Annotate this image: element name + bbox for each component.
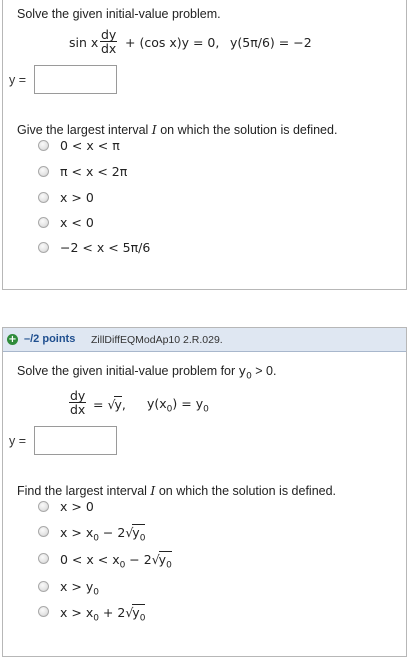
radio-button[interactable] bbox=[38, 606, 49, 617]
q2-opt5-sqrt: y0 bbox=[132, 604, 146, 624]
q2-cond-mid: ) = y bbox=[172, 396, 204, 411]
radio-button[interactable] bbox=[38, 501, 49, 512]
q2-eq-fraction: dy dx bbox=[69, 388, 87, 417]
q1-frac-den: dx bbox=[101, 41, 117, 56]
q1-eq-suffix: + (cos x)y = 0, bbox=[125, 35, 220, 50]
q2-opt2-sqrt: y0 bbox=[132, 524, 146, 544]
q2-opt2-sqrt-sub: 0 bbox=[139, 533, 146, 544]
q2-option-label: x > 0 bbox=[60, 499, 94, 514]
q2-interval-prompt-pre: Find the largest interval bbox=[17, 484, 151, 498]
q2-eq-sqrt-arg: y bbox=[114, 396, 122, 412]
radio-button[interactable] bbox=[38, 526, 49, 537]
q2-opt5-mid: + 2 bbox=[98, 605, 126, 620]
q2-option-label: x > y0 bbox=[60, 579, 99, 598]
q2-prompt: Solve the given initial-value problem fo… bbox=[17, 363, 276, 382]
points-bar: + –/2 points ZillDiffEQModAp10 2.R.029. bbox=[3, 328, 406, 352]
q2-eq-rhs: = √y, bbox=[93, 396, 126, 412]
q2-eq-condition: y(x0) = y0 bbox=[147, 396, 209, 415]
q2-opt2-sqrt-arg: y bbox=[132, 525, 140, 540]
question-code: ZillDiffEQModAp10 2.R.029. bbox=[91, 334, 223, 346]
expand-plus-icon[interactable]: + bbox=[7, 334, 18, 345]
radio-button[interactable] bbox=[38, 192, 49, 203]
q2-option-label: x > x0 − 2√y0 bbox=[60, 524, 146, 544]
points-label: –/2 points bbox=[24, 333, 76, 345]
radio-button[interactable] bbox=[38, 581, 49, 592]
q2-frac-num: dy bbox=[69, 388, 87, 403]
q1-option-label: x > 0 bbox=[60, 190, 94, 205]
question-1-card: Solve the given initial-value problem. s… bbox=[2, 0, 407, 290]
q2-prompt-post: > 0. bbox=[251, 364, 277, 378]
q2-eq-comma: , bbox=[121, 397, 126, 412]
q2-prompt-pre: Solve the given initial-value problem fo… bbox=[17, 364, 239, 378]
q2-opt3-pre: 0 < x < x bbox=[60, 552, 120, 567]
radio-button[interactable] bbox=[38, 217, 49, 228]
q2-option-label: x > x0 + 2√y0 bbox=[60, 604, 146, 624]
q1-option-label: π < x < 2π bbox=[60, 164, 128, 179]
question-2-card: + –/2 points ZillDiffEQModAp10 2.R.029. … bbox=[2, 327, 407, 657]
q2-opt2-mid: − 2 bbox=[98, 525, 126, 540]
q1-eq-condition: y(5π/6) = −2 bbox=[230, 35, 312, 50]
q2-cond-pre: y(x bbox=[147, 396, 167, 411]
q2-answer-input[interactable] bbox=[34, 426, 117, 455]
q2-opt5-sqrt-arg: y bbox=[132, 605, 140, 620]
q2-eq-equals: = bbox=[93, 397, 104, 412]
q2-opt5-sqrt-sub: 0 bbox=[139, 613, 146, 624]
q2-opt1-text: x > 0 bbox=[60, 499, 94, 514]
q2-option-label: 0 < x < x0 − 2√y0 bbox=[60, 551, 172, 571]
q2-opt2-pre: x > x bbox=[60, 525, 94, 540]
q2-frac-den: dx bbox=[70, 402, 86, 417]
q2-opt3-mid: − 2 bbox=[125, 552, 152, 567]
q2-opt4-pre: x > y bbox=[60, 579, 94, 594]
radio-button[interactable] bbox=[38, 553, 49, 564]
q2-interval-prompt-post: on which the solution is defined. bbox=[155, 484, 337, 498]
q2-opt5-pre: x > x bbox=[60, 605, 94, 620]
q2-prompt-var: y bbox=[238, 363, 247, 378]
q2-y-label: y = bbox=[9, 434, 27, 448]
radio-button[interactable] bbox=[38, 242, 49, 253]
q2-opt3-sqrt: y0 bbox=[158, 551, 172, 571]
q1-prompt: Solve the given initial-value problem. bbox=[17, 7, 221, 21]
q1-frac-num: dy bbox=[100, 27, 118, 42]
q1-option-label: x < 0 bbox=[60, 215, 94, 230]
q1-interval-prompt: Give the largest interval I on which the… bbox=[17, 122, 337, 137]
q1-interval-prompt-pre: Give the largest interval bbox=[17, 123, 152, 137]
q2-opt4-sub: 0 bbox=[93, 587, 99, 598]
q1-option-label: 0 < x < π bbox=[60, 138, 120, 153]
q2-interval-prompt: Find the largest interval I on which the… bbox=[17, 483, 336, 498]
q2-opt3-sqrt-sub: 0 bbox=[166, 560, 172, 571]
q1-answer-input[interactable] bbox=[34, 65, 117, 94]
q1-interval-prompt-post: on which the solution is defined. bbox=[156, 123, 338, 137]
q2-cond-sub1: 0 bbox=[203, 404, 209, 415]
radio-button[interactable] bbox=[38, 140, 49, 151]
q1-eq-prefix: sin x bbox=[69, 35, 99, 50]
q1-y-label: y = bbox=[9, 73, 27, 87]
q1-option-label: −2 < x < 5π/6 bbox=[60, 240, 151, 255]
radio-button[interactable] bbox=[38, 166, 49, 177]
q2-opt3-sqrt-arg: y bbox=[158, 552, 167, 567]
q1-eq-fraction: dy dx bbox=[100, 27, 118, 56]
